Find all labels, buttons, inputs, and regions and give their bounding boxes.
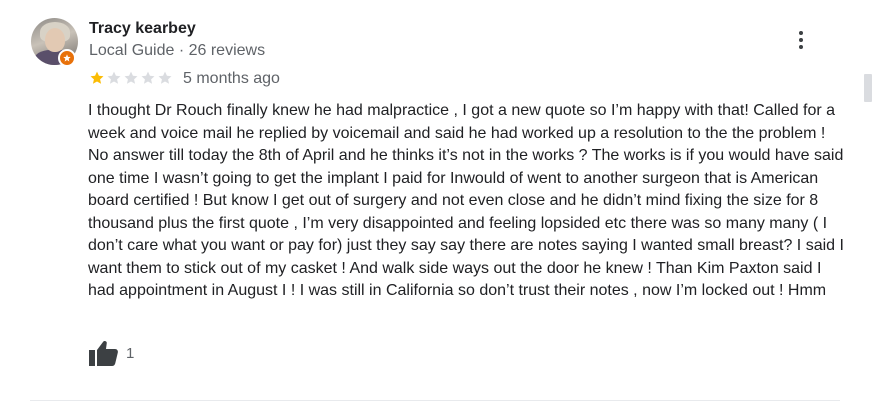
like-count: 1 (126, 345, 135, 362)
review-time: 5 months ago (183, 70, 280, 87)
thumbs-up-icon (89, 341, 118, 366)
more-vert-dot (799, 38, 803, 42)
star-empty-icon (124, 71, 138, 84)
more-vert-dot (799, 45, 803, 49)
avatar-face (45, 28, 65, 52)
local-guide-badge-icon (58, 49, 76, 67)
review-text: I thought Dr Rouch finally knew he had m… (88, 102, 844, 299)
reviewer-meta[interactable]: Local Guide · 26 reviews (89, 42, 265, 60)
star-filled-icon (90, 71, 104, 84)
star-empty-icon (107, 71, 121, 84)
star-empty-icon (141, 71, 155, 84)
more-options-button[interactable] (790, 28, 812, 52)
review-card: Tracy kearbey Local Guide · 26 reviews 5… (0, 0, 873, 403)
reviewer-name[interactable]: Tracy kearbey (89, 20, 196, 38)
star-rating (89, 70, 173, 86)
star-empty-icon (158, 71, 172, 84)
scrollbar-thumb[interactable] (864, 74, 872, 102)
like-button[interactable] (89, 339, 119, 367)
divider (30, 400, 840, 401)
more-vert-icon (799, 31, 803, 35)
